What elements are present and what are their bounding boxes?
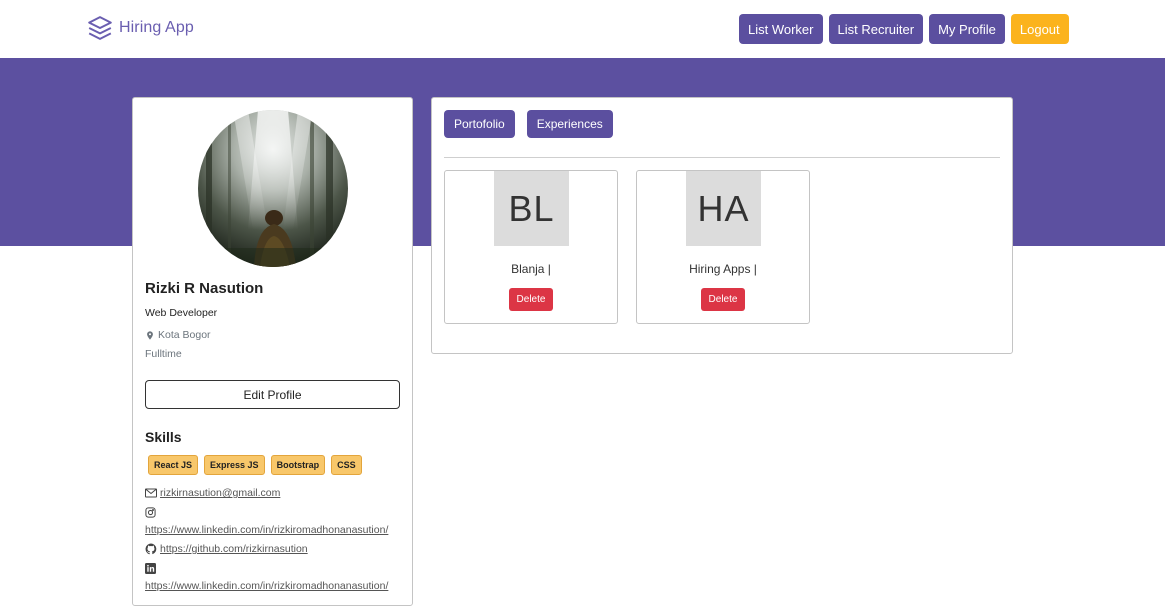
layers-icon bbox=[88, 16, 112, 40]
portfolio-card: HA Hiring Apps | Delete bbox=[636, 170, 810, 324]
github-url: https://github.com/rizkirnasution bbox=[160, 543, 308, 555]
github-link[interactable]: https://github.com/rizkirnasution bbox=[145, 543, 308, 555]
nav-buttons: List Worker List Recruiter My Profile Lo… bbox=[739, 14, 1069, 44]
logout-button[interactable]: Logout bbox=[1010, 14, 1069, 44]
delete-portfolio-button[interactable]: Delete bbox=[509, 288, 553, 311]
brand-name: Hiring App bbox=[119, 19, 194, 36]
mail-icon bbox=[145, 488, 157, 498]
skill-badge: CSS bbox=[331, 455, 362, 475]
portfolio-thumbnail: HA bbox=[686, 171, 761, 246]
profile-job-title: Web Developer bbox=[145, 307, 218, 319]
map-pin-icon bbox=[147, 330, 153, 340]
skills-list: React JS Express JS Bootstrap CSS bbox=[148, 455, 362, 475]
skill-badge: React JS bbox=[148, 455, 199, 475]
profile-card: Rizki R Nasution Web Developer Kota Bogo… bbox=[132, 97, 413, 606]
skills-heading: Skills bbox=[145, 429, 182, 445]
portfolio-thumbnail: BL bbox=[494, 171, 569, 246]
tab-bar: Portofolio Experiences bbox=[444, 110, 613, 138]
avatar bbox=[198, 110, 348, 267]
delete-portfolio-button[interactable]: Delete bbox=[701, 288, 745, 311]
portfolio-card: BL Blanja | Delete bbox=[444, 170, 618, 324]
location-text: Kota Bogor bbox=[158, 329, 211, 341]
tab-experiences[interactable]: Experiences bbox=[526, 110, 613, 138]
profile-employment-status: Fulltime bbox=[145, 348, 182, 360]
portfolio-title: Hiring Apps | bbox=[689, 262, 757, 276]
linkedin-link[interactable]: https://www.linkedin.com/in/rizkiromadho… bbox=[145, 580, 388, 592]
email-link[interactable]: rizkirnasution@gmail.com bbox=[145, 487, 280, 499]
list-worker-button[interactable]: List Worker bbox=[739, 14, 823, 44]
portfolio-panel: Portofolio Experiences BL Blanja | Delet… bbox=[431, 97, 1013, 354]
navbar: Hiring App List Worker List Recruiter My… bbox=[0, 0, 1165, 58]
skill-badge: Express JS bbox=[204, 455, 265, 475]
github-icon bbox=[145, 543, 157, 555]
profile-location: Kota Bogor bbox=[145, 329, 211, 341]
list-recruiter-button[interactable]: List Recruiter bbox=[828, 14, 924, 44]
edit-profile-button[interactable]: Edit Profile bbox=[145, 380, 400, 409]
my-profile-button[interactable]: My Profile bbox=[929, 14, 1005, 44]
portfolio-title: Blanja | bbox=[511, 262, 551, 276]
instagram-icon bbox=[145, 507, 156, 518]
linkedin-icon bbox=[145, 563, 156, 574]
linkedin-url: https://www.linkedin.com/in/rizkiromadho… bbox=[145, 580, 389, 592]
skill-badge: Bootstrap bbox=[270, 455, 326, 475]
instagram-link[interactable]: https://www.linkedin.com/in/rizkiromadho… bbox=[145, 524, 388, 536]
email-text: rizkirnasution@gmail.com bbox=[160, 487, 281, 499]
divider bbox=[444, 157, 1000, 158]
profile-name: Rizki R Nasution bbox=[145, 280, 264, 297]
brand-logo-link[interactable]: Hiring App bbox=[87, 15, 194, 41]
instagram-url: https://www.linkedin.com/in/rizkiromadho… bbox=[145, 524, 389, 536]
tab-portofolio[interactable]: Portofolio bbox=[444, 110, 515, 138]
